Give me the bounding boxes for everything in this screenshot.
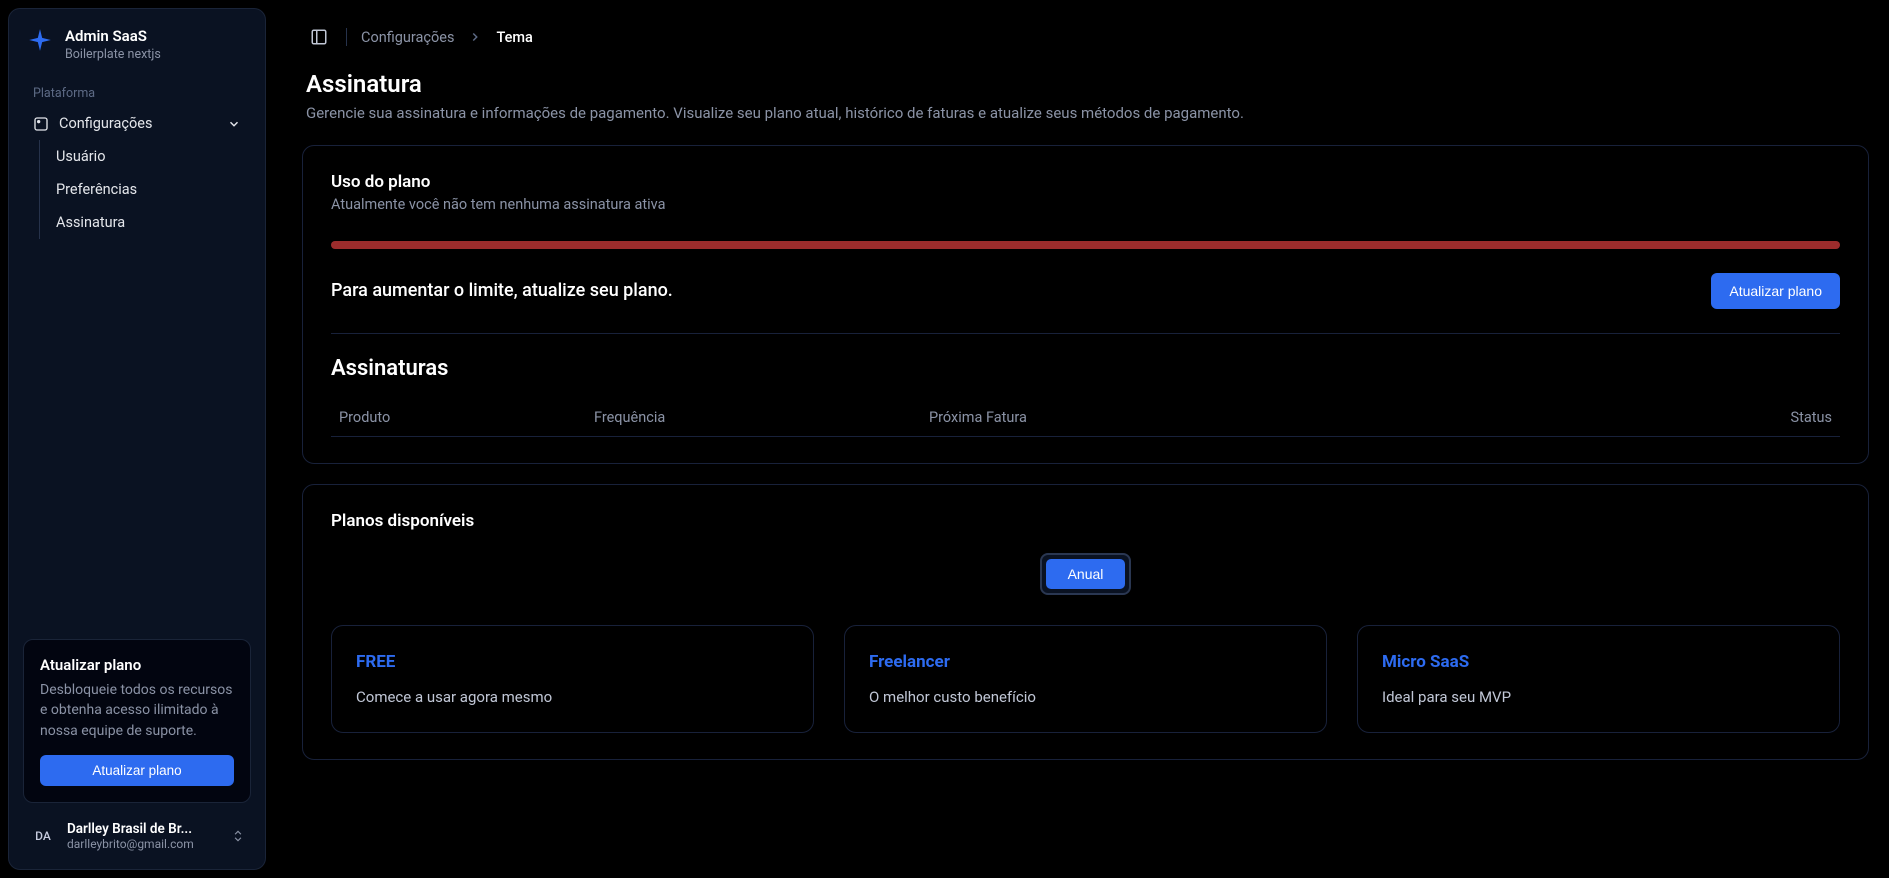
plan-card-free[interactable]: FREE Comece a usar agora mesmo (331, 625, 814, 733)
subscriptions-heading: Assinaturas (331, 356, 1840, 381)
usage-progress-bar (331, 241, 1840, 249)
sidebar-item-label: Configurações (59, 115, 152, 132)
avatar: DA (29, 822, 57, 850)
sidebar-item-preferences[interactable]: Preferências (44, 173, 255, 206)
user-name: Darlley Brasil de Br... (67, 821, 221, 837)
col-product: Produto (339, 409, 594, 426)
plan-tagline: Ideal para seu MVP (1382, 688, 1815, 706)
brand[interactable]: Admin SaaS Boilerplate nextjs (19, 27, 255, 78)
brand-subtitle: Boilerplate nextjs (65, 47, 161, 62)
sidebar-submenu: Usuário Preferências Assinatura (39, 140, 255, 239)
sparkle-icon (27, 27, 53, 62)
user-email: darlleybrito@gmail.com (67, 837, 221, 851)
plan-card-freelancer[interactable]: Freelancer O melhor custo benefício (844, 625, 1327, 733)
page-description: Gerencie sua assinatura e informações de… (306, 102, 1865, 125)
billing-toggle: Anual (331, 553, 1840, 595)
subscriptions-table-header: Produto Frequência Próxima Fatura Status (331, 399, 1840, 437)
plan-tagline: Comece a usar agora mesmo (356, 688, 789, 706)
usage-card: Uso do plano Atualmente você não tem nen… (302, 145, 1869, 464)
page-header: Assinatura Gerencie sua assinatura e inf… (282, 62, 1889, 145)
plan-name: Freelancer (869, 652, 1302, 672)
sidebar-item-subscription[interactable]: Assinatura (44, 206, 255, 239)
brand-title: Admin SaaS (65, 27, 161, 45)
sidebar-item-label: Preferências (56, 181, 137, 198)
plans-title: Planos disponíveis (331, 511, 1840, 531)
usage-title: Uso do plano (331, 172, 1840, 192)
upgrade-title: Atualizar plano (40, 656, 234, 674)
plan-grid: FREE Comece a usar agora mesmo Freelance… (331, 625, 1840, 733)
breadcrumb-current: Tema (496, 29, 532, 46)
main-content: Configurações Tema Assinatura Gerencie s… (274, 0, 1889, 878)
sidebar: Admin SaaS Boilerplate nextjs Plataforma… (8, 8, 266, 870)
col-status: Status (1632, 409, 1832, 426)
upgrade-button[interactable]: Atualizar plano (40, 755, 234, 786)
settings-panel-icon (33, 116, 49, 132)
user-menu[interactable]: DA Darlley Brasil de Br... darlleybrito@… (19, 813, 255, 859)
sidebar-item-user[interactable]: Usuário (44, 140, 255, 173)
limit-text: Para aumentar o limite, atualize seu pla… (331, 280, 673, 301)
sidebar-item-label: Assinatura (56, 214, 125, 231)
plan-card-microsaas[interactable]: Micro SaaS Ideal para seu MVP (1357, 625, 1840, 733)
toggle-sidebar-button[interactable] (306, 24, 332, 50)
plan-tagline: O melhor custo benefício (869, 688, 1302, 706)
plans-card: Planos disponíveis Anual FREE Comece a u… (302, 484, 1869, 760)
section-label-platform: Plataforma (19, 78, 255, 107)
limit-row: Para aumentar o limite, atualize seu pla… (331, 273, 1840, 334)
chevrons-up-down-icon (231, 829, 245, 843)
sidebar-item-config[interactable]: Configurações (19, 107, 255, 140)
upgrade-plan-button[interactable]: Atualizar plano (1711, 273, 1840, 309)
chevron-down-icon (227, 117, 241, 131)
toggle-annual[interactable]: Anual (1046, 559, 1126, 589)
upgrade-card: Atualizar plano Desbloqueie todos os rec… (23, 639, 251, 803)
plan-name: Micro SaaS (1382, 652, 1815, 672)
sidebar-item-label: Usuário (56, 148, 105, 165)
breadcrumb-parent[interactable]: Configurações (361, 29, 454, 46)
chevron-right-icon (468, 30, 482, 44)
usage-subtitle: Atualmente você não tem nenhuma assinatu… (331, 196, 1840, 213)
plan-name: FREE (356, 652, 789, 672)
topbar: Configurações Tema (282, 0, 1889, 62)
divider (346, 28, 347, 46)
page-title: Assinatura (306, 70, 1865, 98)
upgrade-text: Desbloqueie todos os recursos e obtenha … (40, 680, 234, 741)
col-frequency: Frequência (594, 409, 929, 426)
col-next-invoice: Próxima Fatura (929, 409, 1632, 426)
